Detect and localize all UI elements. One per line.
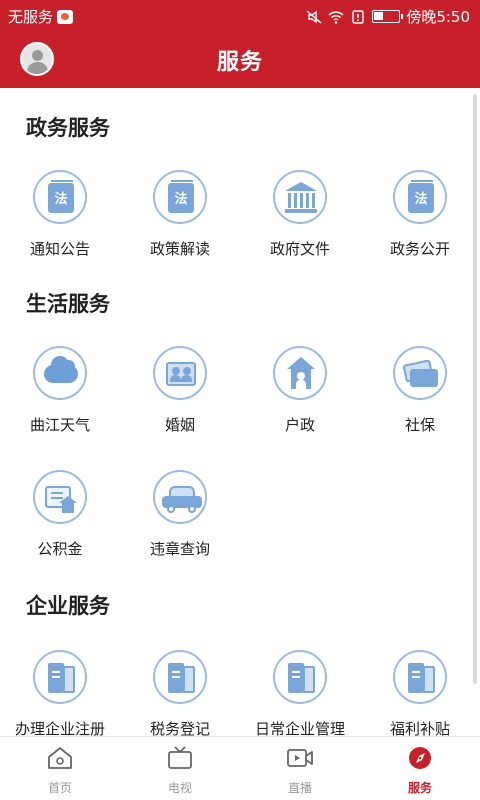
service-label: 福利补贴 [389,720,450,736]
service-household[interactable]: 户政 [240,346,360,435]
service-gov-open[interactable]: 法 政务公开 [360,170,480,259]
binder-icon [273,650,327,704]
tab-live[interactable]: 直播 [240,737,360,800]
service-label: 政府文件 [269,240,330,258]
law-glyph: 法 [174,192,188,207]
weibo-notification-icon [57,9,74,24]
car-icon [153,470,207,524]
government-building-icon [273,170,327,224]
cards-icon [393,346,447,400]
service-tax-registration[interactable]: 税务登记 [120,650,240,736]
service-label: 政务公开 [389,240,450,258]
cloud-icon [33,346,87,400]
tab-label: 服务 [407,781,432,795]
service-label: 曲江天气 [29,416,90,434]
tv-icon [168,746,192,769]
service-label: 税务登记 [149,720,210,736]
service-label: 户政 [284,416,315,434]
household-icon [273,346,327,400]
service-daily-management[interactable]: 日常企业管理 [240,650,360,736]
carrier-label: 无服务 [8,8,54,26]
tab-tv[interactable]: 电视 [120,737,240,800]
bottom-nav: 首页 电视 直播 服务 [0,736,480,800]
service-label: 公积金 [37,540,83,558]
service-traffic-violation[interactable]: 违章查询 [120,470,240,559]
tab-label: 首页 [47,781,72,795]
service-company-registration[interactable]: 办理企业注册 [0,650,120,736]
compass-icon [409,747,431,769]
sim-alert-icon [352,9,365,24]
couple-photo-icon [153,346,207,400]
tab-label: 电视 [167,781,192,795]
service-weather[interactable]: 曲江天气 [0,346,120,435]
service-label: 违章查询 [149,540,210,558]
service-marriage[interactable]: 婚姻 [120,346,240,435]
service-label: 政策解读 [149,240,210,258]
law-book-icon: 法 [393,170,447,224]
service-policy[interactable]: 法 政策解读 [120,170,240,259]
tab-label: 直播 [287,781,312,795]
service-notice[interactable]: 法 通知公告 [0,170,120,259]
home-icon [48,747,72,769]
binder-icon [153,650,207,704]
service-gov-docs[interactable]: 政府文件 [240,170,360,259]
service-social-security[interactable]: 社保 [360,346,480,435]
law-book-icon: 法 [153,170,207,224]
mute-icon [306,9,322,24]
status-time: 傍晚5:50 [406,8,470,26]
binder-icon [33,650,87,704]
service-label: 通知公告 [29,240,90,258]
page-title: 服务 [216,50,263,75]
section-title-enterprise: 企业服务 [26,594,110,618]
section-title-life: 生活服务 [26,292,110,316]
services-content[interactable]: 政务服务 法 通知公告 法 政策解读 政府文件 法 政务公开 生活服务 曲江天气… [0,88,480,736]
service-label: 婚姻 [164,416,195,434]
service-housing-fund[interactable]: 公积金 [0,470,120,559]
tab-services[interactable]: 服务 [360,737,480,800]
law-glyph: 法 [54,192,68,207]
status-bar: 无服务 傍晚5:50 [0,0,480,30]
app-header: 服务 [0,30,480,88]
law-book-icon: 法 [33,170,87,224]
carrier-info: 无服务 [8,6,74,27]
status-right: 傍晚5:50 [306,6,470,27]
battery-icon [372,10,404,23]
live-video-icon [287,749,313,767]
service-label: 日常企业管理 [254,720,345,736]
law-glyph: 法 [414,192,428,207]
service-label: 办理企业注册 [14,720,105,736]
section-title-government: 政务服务 [26,116,110,140]
service-welfare-subsidy[interactable]: 福利补贴 [360,650,480,736]
service-label: 社保 [404,416,435,434]
housing-fund-icon [33,470,87,524]
tab-home[interactable]: 首页 [0,737,120,800]
binder-icon [393,650,447,704]
wifi-icon [328,10,344,24]
